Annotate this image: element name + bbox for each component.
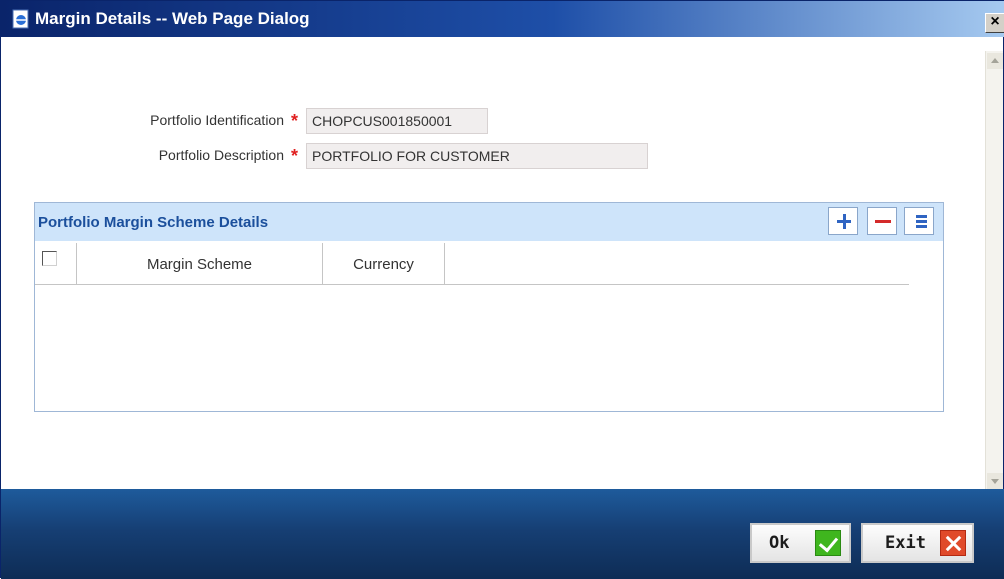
- column-margin-scheme[interactable]: Margin Scheme: [77, 243, 323, 285]
- ok-label: Ok: [769, 533, 790, 553]
- margin-scheme-grid: Portfolio Margin Scheme Details Margin S…: [34, 202, 944, 412]
- add-row-icon[interactable]: [828, 207, 858, 235]
- column-currency[interactable]: Currency: [323, 243, 445, 285]
- margin-details-dialog: Margin Details -- Web Page Dialog × Port…: [0, 0, 1004, 579]
- portfolio-id-label: Portfolio Identification: [150, 112, 284, 128]
- column-header-row: Margin Scheme Currency: [35, 243, 909, 285]
- vertical-scrollbar[interactable]: [985, 51, 1003, 491]
- delete-row-icon[interactable]: [867, 207, 897, 235]
- close-x-icon: [940, 530, 966, 556]
- portfolio-desc-field[interactable]: PORTFOLIO FOR CUSTOMER: [306, 143, 648, 169]
- select-all-checkbox[interactable]: [42, 251, 57, 266]
- title-bar: Margin Details -- Web Page Dialog ×: [1, 1, 1004, 37]
- exit-button[interactable]: Exit: [861, 523, 974, 563]
- window-title: Margin Details -- Web Page Dialog: [35, 9, 310, 28]
- required-marker: *: [291, 111, 299, 131]
- select-all-cell: [35, 243, 77, 285]
- dialog-footer: Ok Exit: [1, 489, 1004, 579]
- checkmark-icon: [815, 530, 841, 556]
- grid-header: Portfolio Margin Scheme Details: [35, 203, 943, 241]
- portfolio-desc-label: Portfolio Description: [158, 147, 284, 163]
- ok-button[interactable]: Ok: [750, 523, 851, 563]
- single-view-icon[interactable]: [904, 207, 934, 235]
- exit-label: Exit: [885, 533, 926, 553]
- close-button[interactable]: ×: [985, 13, 1004, 33]
- required-marker: *: [291, 146, 299, 166]
- portfolio-id-field[interactable]: CHOPCUS001850001: [306, 108, 488, 134]
- scroll-up-icon[interactable]: [987, 53, 1003, 69]
- ie-page-icon: [12, 9, 29, 29]
- scroll-down-icon[interactable]: [987, 473, 1003, 489]
- grid-title: Portfolio Margin Scheme Details: [38, 214, 269, 231]
